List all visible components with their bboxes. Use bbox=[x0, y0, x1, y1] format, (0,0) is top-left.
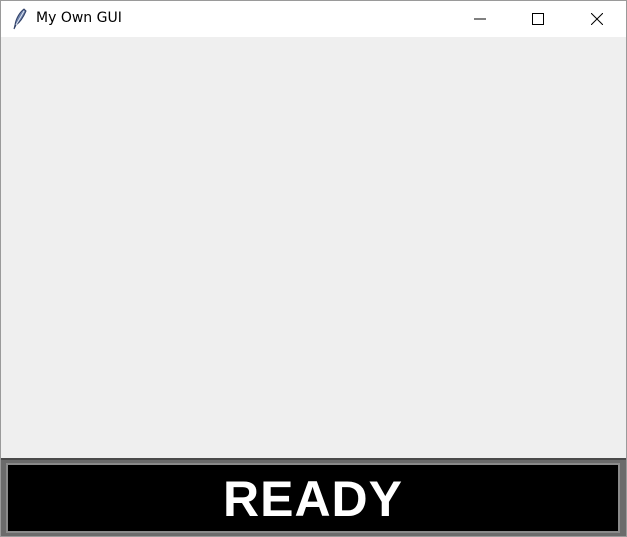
title-bar[interactable]: My Own GUI bbox=[1, 1, 626, 37]
maximize-icon bbox=[532, 13, 544, 25]
status-display: READY bbox=[6, 463, 620, 533]
close-icon bbox=[591, 13, 603, 25]
close-button[interactable] bbox=[568, 1, 626, 37]
status-label: READY bbox=[222, 471, 404, 527]
status-frame: READY bbox=[1, 458, 626, 536]
tk-feather-icon[interactable] bbox=[11, 8, 29, 30]
app-window: My Own GUI READY bbox=[0, 0, 627, 537]
window-title: My Own GUI bbox=[36, 10, 122, 26]
main-canvas-area bbox=[1, 37, 626, 458]
minimize-icon bbox=[474, 18, 486, 20]
minimize-button[interactable] bbox=[451, 1, 509, 37]
maximize-button[interactable] bbox=[509, 1, 567, 37]
